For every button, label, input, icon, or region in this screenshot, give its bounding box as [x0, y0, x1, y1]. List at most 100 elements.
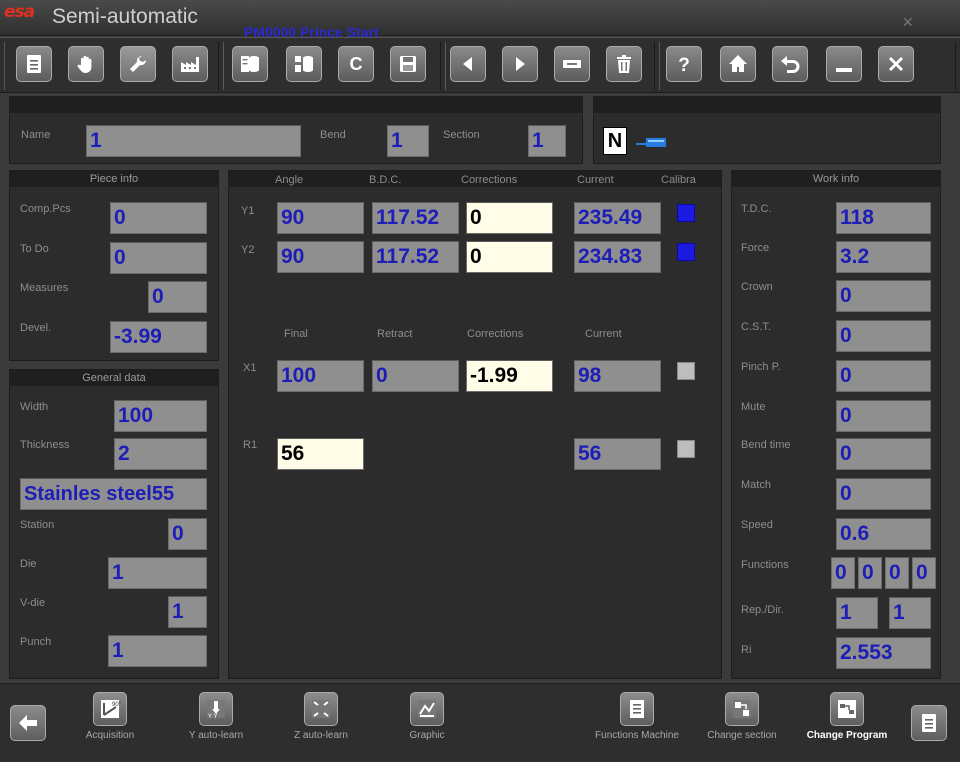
hand-icon	[77, 55, 92, 73]
name-field[interactable]: 1	[86, 125, 301, 157]
graphic-label: Graphic	[409, 730, 445, 741]
toolbar: C ?	[0, 37, 960, 93]
y-auto-learn-button[interactable]: Y Y	[199, 692, 233, 726]
list-database-button[interactable]	[286, 46, 322, 82]
back-button[interactable]	[10, 705, 46, 741]
machine-status-icon	[636, 138, 666, 147]
close-button[interactable]	[878, 46, 914, 82]
undo-button[interactable]	[772, 46, 808, 82]
y1-corrections-field[interactable]: 0	[466, 202, 553, 234]
material-field[interactable]: Stainles steel55	[20, 478, 207, 510]
width-field[interactable]: 100	[114, 400, 207, 432]
home-button[interactable]	[720, 46, 756, 82]
document-list-icon	[630, 700, 644, 718]
v-die-label: V-die	[20, 597, 46, 609]
y2-bdc-field[interactable]: 117.52	[372, 241, 459, 273]
r1-calibra-checkbox[interactable]	[677, 440, 695, 458]
punch-field[interactable]: 1	[108, 635, 207, 667]
function-field-2[interactable]: 0	[858, 557, 882, 589]
x1-corrections-field[interactable]: -1.99	[466, 360, 553, 392]
y2-calibra-checkbox[interactable]	[677, 243, 695, 261]
function-field-3[interactable]: 0	[885, 557, 909, 589]
svg-text:90°: 90°	[112, 702, 121, 708]
previous-button[interactable]	[450, 46, 486, 82]
measures-field[interactable]: 0	[148, 281, 207, 313]
section-field[interactable]: 1	[528, 125, 566, 157]
cst-field[interactable]: 0	[836, 320, 931, 352]
tools-button[interactable]	[120, 46, 156, 82]
bend-field[interactable]: 1	[387, 125, 429, 157]
section-label: Section	[443, 129, 480, 141]
y-auto-learn-label: Y auto-learn	[188, 730, 244, 741]
trash-icon	[617, 55, 631, 73]
document-icon	[922, 714, 936, 732]
close-icon	[889, 57, 903, 71]
y1-label: Y1	[241, 205, 255, 217]
pinch-p-field[interactable]: 0	[836, 360, 931, 392]
next-button[interactable]	[502, 46, 538, 82]
remove-button[interactable]	[554, 46, 590, 82]
x1-final-field[interactable]: 100	[277, 360, 364, 392]
page-menu-button[interactable]	[911, 705, 947, 741]
bend-time-label: Bend time	[741, 439, 791, 451]
die-field[interactable]: 1	[108, 557, 207, 589]
y1-bdc-field[interactable]: 117.52	[372, 202, 459, 234]
thickness-field[interactable]: 2	[114, 438, 207, 470]
minimize-button[interactable]	[826, 46, 862, 82]
delete-button[interactable]	[606, 46, 642, 82]
work-info-panel: Work info T.D.C. 118 Force 3.2 Crown 0 C…	[731, 170, 941, 679]
help-button[interactable]: ?	[666, 46, 702, 82]
y2-corrections-field[interactable]: 0	[466, 241, 553, 273]
tdc-field[interactable]: 118	[836, 202, 931, 234]
esa-logo: esa	[4, 2, 44, 22]
manual-hand-button[interactable]	[68, 46, 104, 82]
work-info-title: Work info	[732, 171, 940, 187]
graphic-button[interactable]	[410, 692, 444, 726]
change-program-button[interactable]	[830, 692, 864, 726]
window-close-mark[interactable]: ✕	[902, 14, 914, 31]
to-do-field[interactable]: 0	[110, 242, 207, 274]
machine-button[interactable]	[172, 46, 208, 82]
r1-final-field[interactable]: 56	[277, 438, 364, 470]
ri-label: Ri	[741, 644, 752, 656]
comp-pcs-field[interactable]: 0	[110, 202, 207, 234]
bend-time-field[interactable]: 0	[836, 438, 931, 470]
devel-field[interactable]: -3.99	[110, 321, 207, 353]
z-auto-learn-button[interactable]	[304, 692, 338, 726]
ri-field[interactable]: 2.553	[836, 637, 931, 669]
station-field[interactable]: 0	[168, 518, 207, 550]
mute-field[interactable]: 0	[836, 400, 931, 432]
col-current2-label: Current	[585, 328, 622, 340]
arrow-right-icon	[516, 57, 525, 71]
r1-label: R1	[243, 439, 258, 451]
dir-field[interactable]: 1	[889, 597, 931, 629]
functions-machine-button[interactable]	[620, 692, 654, 726]
function-field-1[interactable]: 0	[831, 557, 855, 589]
acquisition-button[interactable]: 90°	[93, 692, 127, 726]
title-bar: esa Semi-automatic PM0000 Prince Start ✕	[0, 0, 960, 40]
new-document-button[interactable]	[16, 46, 52, 82]
bend-label: Bend	[320, 129, 346, 141]
col-angle-label: Angle	[275, 174, 304, 186]
save-button[interactable]	[390, 46, 426, 82]
force-field[interactable]: 3.2	[836, 241, 931, 273]
function-field-4[interactable]: 0	[912, 557, 936, 589]
x1-retract-field[interactable]: 0	[372, 360, 459, 392]
y1-angle-field[interactable]: 90	[277, 202, 364, 234]
c-button[interactable]: C	[338, 46, 374, 82]
match-field[interactable]: 0	[836, 478, 931, 510]
general-data-title: General data	[10, 370, 218, 386]
crown-label: Crown	[741, 281, 773, 293]
y1-calibra-checkbox[interactable]	[677, 204, 695, 222]
v-die-field[interactable]: 1	[168, 596, 207, 628]
x1-calibra-checkbox[interactable]	[677, 362, 695, 380]
database-button[interactable]	[232, 46, 268, 82]
speed-field[interactable]: 0.6	[836, 518, 931, 550]
change-section-button[interactable]	[725, 692, 759, 726]
y2-angle-field[interactable]: 90	[277, 241, 364, 273]
rep-field[interactable]: 1	[836, 597, 878, 629]
crown-field[interactable]: 0	[836, 280, 931, 312]
undo-icon	[781, 56, 800, 73]
arrow-left-icon	[463, 57, 472, 71]
width-label: Width	[20, 401, 49, 413]
